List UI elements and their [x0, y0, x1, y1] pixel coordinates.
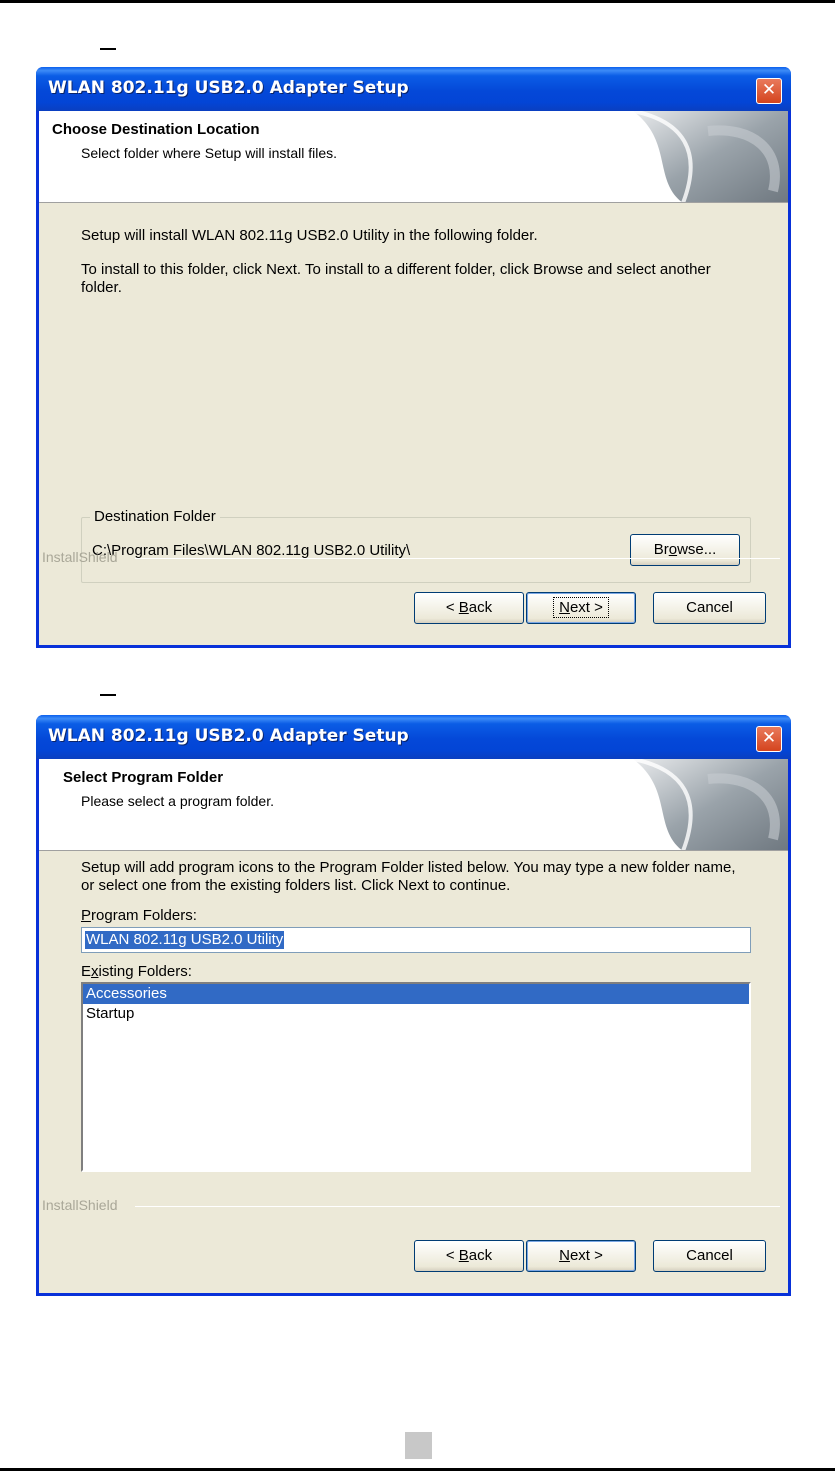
page-bottom-rule [0, 1468, 835, 1471]
close-icon[interactable]: ✕ [756, 78, 782, 104]
destination-path: C:\Program Files\WLAN 802.11g USB2.0 Uti… [92, 542, 411, 559]
back-button[interactable]: < Back [414, 1240, 524, 1272]
close-icon[interactable]: ✕ [756, 726, 782, 752]
back-label-c: ack [468, 599, 493, 616]
back-label-c: ack [468, 1247, 493, 1264]
installshield-label: InstallShield [42, 549, 118, 565]
footer-divider [135, 558, 780, 559]
next-label-a: N [559, 599, 570, 616]
installshield-label: InstallShield [42, 1197, 118, 1213]
destination-folder-label: Destination Folder [90, 508, 220, 525]
step-marker [100, 694, 116, 696]
dialog-body: Setup will install WLAN 802.11g USB2.0 U… [39, 203, 788, 645]
browse-label-a: Br [653, 541, 669, 558]
page-top-rule [0, 0, 835, 3]
list-item[interactable]: Startup [83, 1004, 749, 1024]
dialog-header: Choose Destination Location Select folde… [39, 111, 788, 203]
existing-folders-label-c: isting Folders: [98, 963, 192, 980]
existing-folders-list[interactable]: Accessories Startup [81, 982, 751, 1172]
install-info-text: Setup will install WLAN 802.11g USB2.0 U… [81, 227, 538, 244]
page-number-box [405, 1432, 432, 1459]
existing-folders-label-b: x [91, 963, 99, 980]
header-title: Choose Destination Location [52, 121, 260, 138]
next-label-a: N [559, 1247, 570, 1264]
header-title: Select Program Folder [63, 769, 224, 786]
window-title: WLAN 802.11g USB2.0 Adapter Setup [48, 78, 409, 98]
next-button[interactable]: Next > [526, 1240, 636, 1272]
footer-divider [135, 1206, 780, 1207]
title-bar[interactable]: WLAN 802.11g USB2.0 Adapter Setup ✕ [36, 715, 791, 759]
installshield-header-art [632, 111, 788, 202]
destination-folder-group: Destination Folder C:\Program Files\WLAN… [81, 508, 751, 583]
back-button[interactable]: < Back [414, 592, 524, 624]
installshield-header-art [632, 759, 788, 850]
next-button[interactable]: Next > [526, 592, 636, 624]
step-marker [100, 48, 116, 50]
browse-label-b: o [668, 541, 678, 558]
window-title: WLAN 802.11g USB2.0 Adapter Setup [48, 726, 409, 746]
title-bar[interactable]: WLAN 802.11g USB2.0 Adapter Setup ✕ [36, 67, 791, 111]
next-label-b: ext > [569, 1247, 603, 1264]
back-label-a: < [445, 1247, 459, 1264]
program-folders-label-a: P [81, 907, 92, 924]
dialog-body: Setup will add program icons to the Prog… [39, 851, 788, 1293]
browse-label-c: wse... [677, 541, 717, 558]
instruction-text: To install to this folder, click Next. T… [81, 261, 711, 296]
back-label-b: B [458, 599, 469, 616]
program-folder-value: WLAN 802.11g USB2.0 Utility [85, 931, 285, 949]
setup-dialog-program-folder: WLAN 802.11g USB2.0 Adapter Setup ✕ Sele… [36, 715, 791, 1296]
dialog-header: Select Program Folder Please select a pr… [39, 759, 788, 851]
program-folders-label: Program Folders: [81, 907, 197, 924]
instruction-text: Setup will add program icons to the Prog… [81, 859, 736, 894]
header-subtitle: Please select a program folder. [81, 793, 274, 809]
cancel-button[interactable]: Cancel [653, 592, 766, 624]
header-subtitle: Select folder where Setup will install f… [81, 145, 338, 161]
back-label-a: < [445, 599, 459, 616]
browse-button[interactable]: Browse... [630, 534, 740, 566]
existing-folders-label: Existing Folders: [81, 963, 192, 980]
list-item[interactable]: Accessories [83, 984, 749, 1004]
program-folder-input[interactable]: WLAN 802.11g USB2.0 Utility [81, 927, 751, 953]
program-folders-label-b: rogram Folders: [91, 907, 197, 924]
existing-folders-label-a: E [81, 963, 92, 980]
back-label-b: B [458, 1247, 469, 1264]
setup-dialog-destination: WLAN 802.11g USB2.0 Adapter Setup ✕ Choo… [36, 67, 791, 648]
next-label-b: ext > [569, 599, 603, 616]
cancel-button[interactable]: Cancel [653, 1240, 766, 1272]
